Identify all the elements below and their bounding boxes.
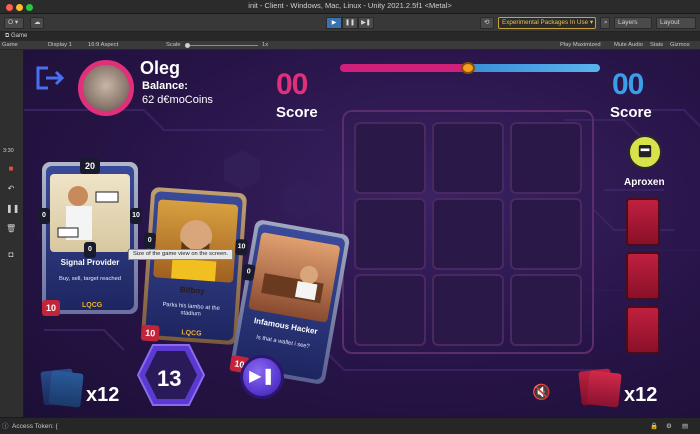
play-controls: ▶ ❚❚ ▶❚ [326, 17, 374, 29]
board-cell[interactable] [510, 274, 582, 346]
game-view-options-bar: Game Display 1 16:9 Aspect Scale 1x Play… [0, 41, 700, 50]
history-icon[interactable]: ⟲ [480, 17, 494, 29]
info-icon: ⓘ [2, 423, 9, 430]
balance-label: Balance: [142, 80, 188, 92]
aspect-dropdown[interactable]: 16:9 Aspect [88, 41, 118, 50]
game-board [342, 110, 594, 354]
stats-toggle[interactable]: Stats [650, 41, 663, 50]
board-cell[interactable] [432, 122, 504, 194]
opponent-name: Aproxen [624, 177, 665, 188]
turn-number: 13 [157, 366, 182, 391]
undo-icon[interactable]: ↶ [6, 184, 16, 194]
player-score-label: Score [276, 104, 318, 121]
player-avatar [78, 60, 134, 116]
card-cost: 10 [42, 300, 60, 316]
player-name: Oleg [140, 58, 181, 78]
unity-toolbar: O ▾ ☁ ▶ ❚❚ ▶❚ ⟲ Experimental Packages In… [0, 14, 700, 32]
opponent-deck [586, 370, 622, 408]
mute-audio-toggle[interactable]: Mute Audio [614, 41, 643, 50]
display-dropdown[interactable]: Display 1 [48, 41, 72, 50]
game-view: Oleg Balance: 62 d€moCoins 00 Score 00 S… [24, 50, 700, 417]
status-message[interactable]: Access Token: { [12, 418, 58, 434]
game-mode-dropdown[interactable]: Game [2, 41, 18, 50]
pause-icon[interactable]: ❚❚ [342, 17, 358, 29]
opponent-score: 00 [612, 68, 644, 101]
player-deck-count: x12 [86, 384, 120, 406]
hand-card[interactable]: Signal Provider Buy, sell, target reache… [38, 158, 142, 316]
opponent-score-label: Score [610, 104, 652, 121]
opponent-deck-count: x12 [624, 384, 658, 406]
settings-icon[interactable]: ⚙ [666, 418, 672, 434]
tooltip: Size of the game view on the screen. [128, 249, 234, 260]
card-cost: 10 [140, 324, 160, 342]
card-description: Buy, sell, target reached [58, 276, 122, 282]
opponent-card [626, 198, 660, 246]
scale-slider-thumb[interactable] [185, 43, 190, 48]
lock-icon[interactable]: 🔒 [650, 418, 658, 434]
board-cell[interactable] [432, 274, 504, 346]
play-icon[interactable]: ▶ [326, 17, 342, 29]
card-art [248, 232, 341, 323]
editor-tabbar: ⧉ Game [0, 32, 700, 41]
console-statusbar: ⓘ Access Token: { 🔒 ⚙ ▤ [0, 417, 700, 434]
card-top-stat: 20 [80, 158, 100, 174]
window-title: init - Client - Windows, Mac, Linux - Un… [248, 1, 452, 10]
card-bottom-stat: 0 [84, 242, 96, 258]
board-cell[interactable] [510, 122, 582, 194]
experimental-packages-button[interactable]: Experimental Packages In Use ▾ [498, 17, 596, 29]
account-dropdown[interactable]: O ▾ [4, 17, 24, 29]
board-cell[interactable] [354, 274, 426, 346]
step-icon[interactable]: ▶❚ [358, 17, 374, 29]
scale-value: 1x [262, 42, 269, 48]
card-art [50, 174, 130, 252]
pause-recording-icon[interactable]: ❚❚ [6, 204, 19, 214]
board-cell[interactable] [510, 198, 582, 270]
board-cell[interactable] [354, 198, 426, 270]
cloud-icon[interactable]: ☁ [30, 17, 44, 29]
record-icon[interactable]: ■ [6, 164, 16, 174]
card-face: Signal Provider Buy, sell, target reache… [46, 166, 134, 310]
scale-slider-track[interactable] [186, 45, 258, 46]
scale-label: Scale [166, 42, 181, 48]
player-score: 00 [276, 68, 308, 101]
card-brand: LQCG [181, 329, 202, 338]
play-maximized-toggle[interactable]: Play Maximized [560, 41, 601, 50]
hand-card[interactable]: Bitboy Parks his lambo at the stadium 0 … [140, 186, 248, 346]
card-description: Is that a wallet i see? [255, 334, 311, 351]
crown-icon [461, 62, 475, 74]
exit-icon[interactable] [34, 65, 66, 91]
recorder-sidebar: 3:30 ■ ↶ ❚❚ 🗑 ◘ [0, 50, 24, 417]
balance-value: 62 d€moCoins [142, 94, 213, 106]
console-icon[interactable]: ▤ [682, 418, 688, 434]
opponent-card [626, 306, 660, 354]
card-description: Parks his lambo at the stadium [162, 301, 220, 318]
trash-icon[interactable]: 🗑 [6, 224, 16, 234]
card-right-stat: 10 [130, 208, 142, 224]
recording-time: 3:30 [3, 148, 14, 154]
camera-icon[interactable]: ◘ [6, 250, 16, 260]
window-titlebar: init - Client - Windows, Mac, Linux - Un… [0, 0, 700, 14]
card-left-stat: 0 [38, 208, 50, 224]
layers-dropdown[interactable]: Layers [614, 17, 652, 29]
card-right-stat: 10 [234, 238, 248, 256]
card-face: Bitboy Parks his lambo at the stadium [145, 191, 243, 341]
speaker-muted-icon[interactable]: 🔇 [532, 384, 554, 402]
player-deck [48, 370, 84, 408]
opponent-avatar-icon [628, 135, 662, 169]
opponent-card [626, 252, 660, 300]
card-art [153, 199, 239, 283]
gizmos-dropdown[interactable]: Gizmos [670, 41, 690, 50]
card-title: Signal Provider [60, 258, 120, 267]
card-brand: LQCG [82, 302, 103, 309]
skip-next-icon[interactable]: ▶❚ [240, 355, 284, 399]
search-icon[interactable]: ⌕ [600, 17, 610, 29]
board-cell[interactable] [354, 122, 426, 194]
tab-game[interactable]: ⧉ Game [2, 32, 27, 41]
card-title: Bitboy [179, 285, 206, 296]
tab-game-label: Game [10, 33, 28, 39]
card-left-stat: 0 [143, 232, 157, 250]
layout-dropdown[interactable]: Layout [656, 17, 696, 29]
board-cell[interactable] [432, 198, 504, 270]
